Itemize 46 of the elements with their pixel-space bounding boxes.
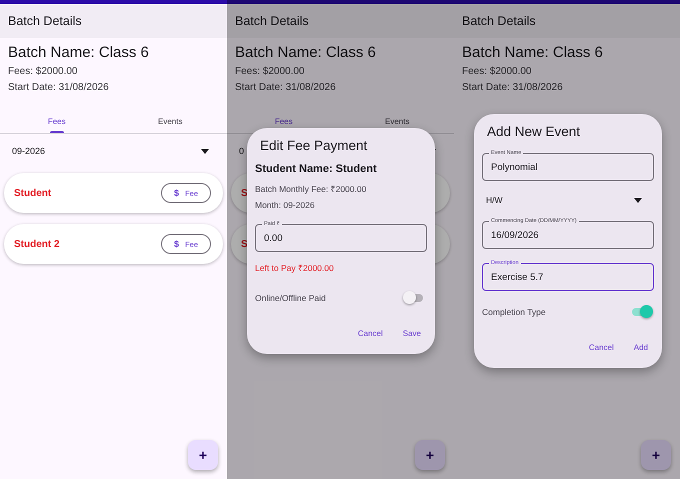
batch-name: Batch Name: Class 6 [462, 44, 604, 61]
dialog-button[interactable]: Add [628, 341, 654, 354]
tab[interactable]: Events [114, 117, 227, 133]
dropdown-caret-icon [201, 148, 209, 154]
toggle-switch[interactable] [632, 308, 650, 316]
start-date: Start Date: 31/08/2026 [8, 82, 110, 93]
toggle-switch[interactable] [405, 294, 423, 302]
month-dropdown[interactable]: 0 [239, 146, 244, 156]
field-value: 16/09/2026 [491, 230, 539, 240]
tab[interactable]: Fees [0, 117, 114, 133]
switch-label: Online/Offline Paid [255, 293, 326, 303]
dropdown-caret-icon [634, 198, 642, 202]
month-dropdown[interactable]: 09-2026 [12, 146, 46, 156]
fees-text: Fees: $2000.00 [235, 66, 306, 77]
add-button[interactable]: + [188, 440, 218, 470]
student-name: Student [14, 188, 52, 198]
add-button[interactable]: + [415, 440, 445, 470]
info-text: Month: 09-2026 [255, 200, 316, 210]
student-name: Student 2 [14, 238, 60, 250]
student-name: S [241, 188, 248, 198]
batch-name: Batch Name: Class 6 [235, 44, 377, 61]
error-text: Left to Pay ₹2000.00 [255, 262, 335, 273]
info-text: Batch Monthly Fee: ₹2000.00 [255, 183, 368, 194]
dialog-button[interactable]: Cancel [582, 341, 620, 354]
student-name: S [241, 238, 248, 250]
start-date: Start Date: 31/08/2026 [235, 82, 337, 93]
app-bar-title: Batch Details [0, 4, 227, 38]
field-value: Polynomial [491, 162, 538, 172]
dialog-button[interactable]: Save [396, 327, 427, 340]
field-value: 0.00 [264, 232, 282, 244]
app-bar-title: Batch Details [227, 4, 454, 38]
start-date: Start Date: 31/08/2026 [462, 82, 564, 93]
add-button[interactable]: + [641, 440, 671, 470]
fees-text: Fees: $2000.00 [462, 66, 532, 77]
type-dropdown[interactable]: H/W [486, 195, 503, 205]
fees-text: Fees: $2000.00 [8, 66, 78, 77]
app-bar-title: Batch Details [454, 4, 680, 38]
student-name: Student Name: Student [255, 163, 378, 175]
tab[interactable]: Fees [227, 117, 340, 133]
dialog-title: Add New Event [486, 124, 582, 139]
field-value: Exercise 5.7 [491, 272, 544, 282]
dialog-title: Edit Fee Payment [259, 138, 368, 153]
switch-label: Completion Type [482, 307, 546, 317]
dialog-button[interactable]: Cancel [352, 327, 389, 340]
batch-name: Batch Name: Class 6 [8, 44, 150, 61]
tab[interactable]: Events [340, 117, 454, 133]
